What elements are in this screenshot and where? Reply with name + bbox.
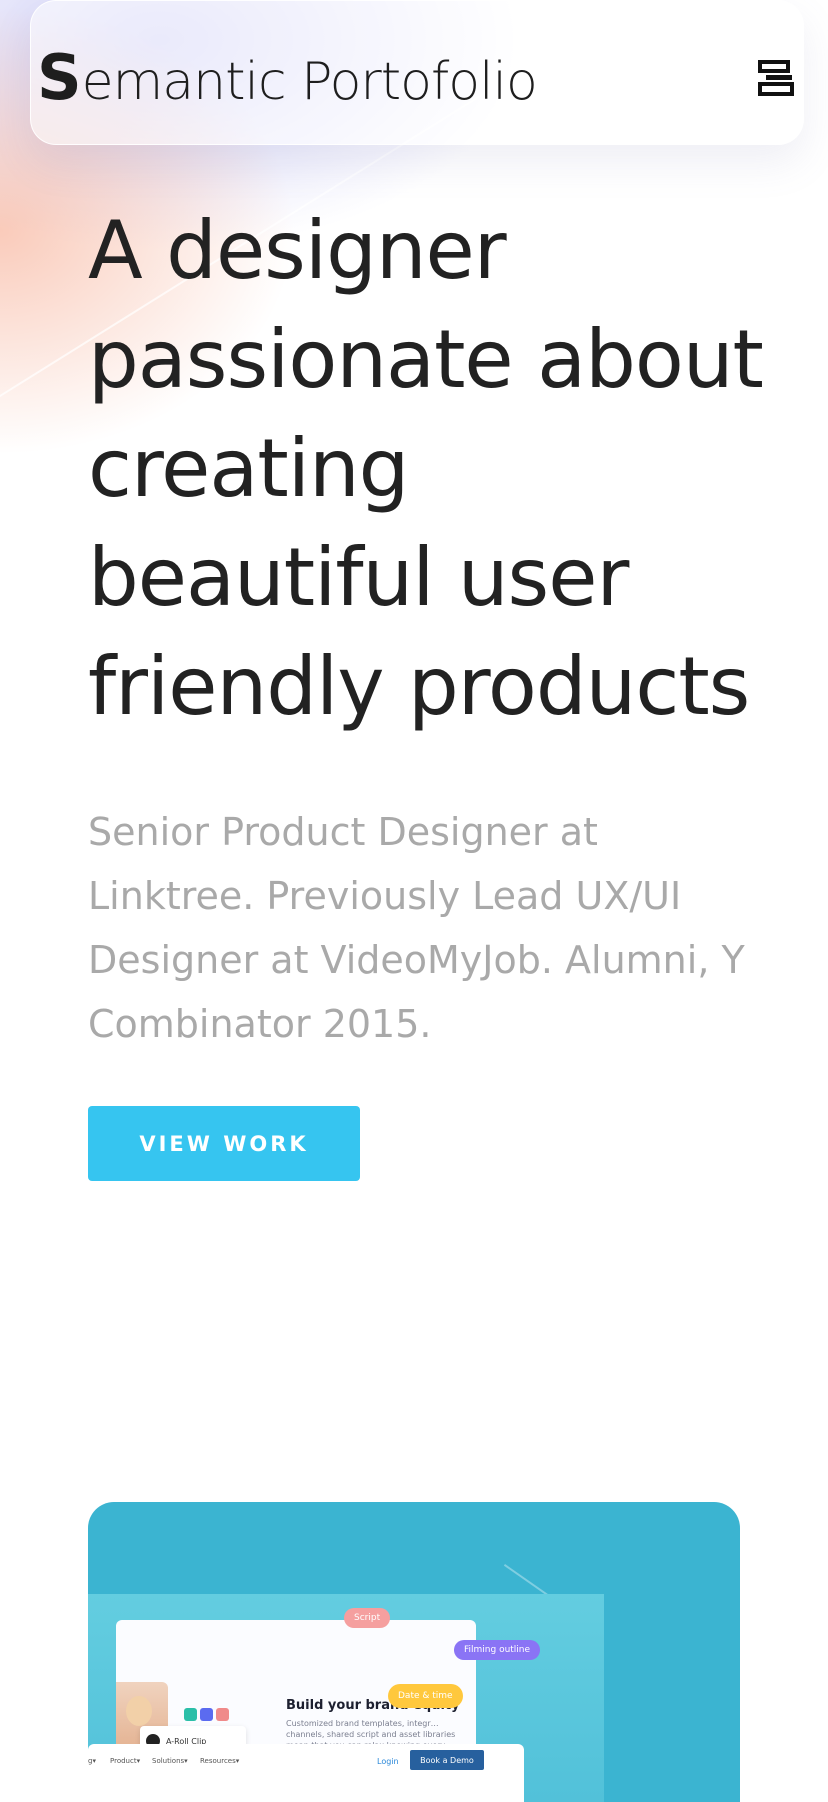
- brand-initial: S: [37, 41, 82, 114]
- preview-demo-button: Book a Demo: [410, 1750, 484, 1770]
- hero-headline-line: creating: [88, 422, 409, 515]
- menu-bars-icon: [758, 60, 794, 96]
- preview-nav-item: Product▾: [110, 1757, 141, 1765]
- hero-headline-line: friendly products: [88, 640, 750, 733]
- filming-outline-pill: Filming outline: [454, 1640, 541, 1660]
- date-time-pill: Date & time: [388, 1684, 463, 1708]
- person-avatar: [126, 1696, 152, 1726]
- project-card[interactable]: A-Roll Clip Build your brand equity Cust…: [88, 1502, 740, 1802]
- preview-nav-item: Resources▾: [200, 1757, 240, 1765]
- preview-nav-item: Solutions▾: [152, 1757, 188, 1765]
- script-pill: Script: [344, 1608, 391, 1628]
- color-swatch: [184, 1708, 197, 1721]
- script-pill-label: Script: [354, 1613, 381, 1623]
- preview-nav-item: g▾: [88, 1757, 96, 1765]
- color-swatch: [216, 1708, 229, 1721]
- hero-headline-line: A designer: [88, 204, 507, 297]
- color-swatch: [200, 1708, 213, 1721]
- hero-headline: A designer passionate about creating bea…: [88, 196, 788, 741]
- preview-navbar: g▾ Product▾ Solutions▾ Resources▾ Login …: [88, 1744, 524, 1802]
- top-navbar: S emantic Portofolio: [30, 0, 804, 145]
- hero-bio: Senior Product Designer at Linktree. Pre…: [88, 810, 745, 1046]
- date-pill-label: Date & time: [398, 1691, 453, 1701]
- brand-logo[interactable]: S emantic Portofolio: [37, 41, 538, 114]
- project-screenshot: A-Roll Clip Build your brand equity Cust…: [88, 1594, 604, 1802]
- hero-headline-line: passionate about: [88, 313, 764, 406]
- preview-login-link: Login: [377, 1757, 399, 1766]
- filming-pill-label: Filming outline: [464, 1645, 531, 1655]
- menu-button[interactable]: [757, 59, 795, 99]
- brand-name: emantic Portofolio: [81, 52, 538, 112]
- hero-headline-line: beautiful user: [88, 531, 629, 624]
- view-work-button[interactable]: VIEW WORK: [88, 1106, 360, 1181]
